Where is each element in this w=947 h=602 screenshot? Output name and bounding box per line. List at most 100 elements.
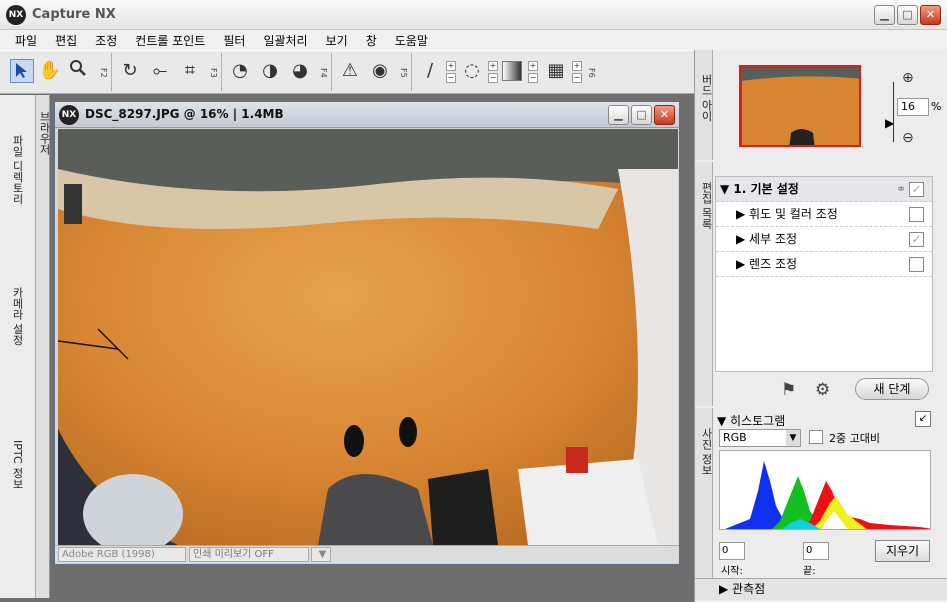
tab-iptc-info[interactable]: IPTC 정보: [9, 440, 25, 489]
menu-bar: 파일 편집 조정 컨트롤 포인트 필터 일괄처리 보기 창 도움말: [0, 30, 947, 50]
hand-tool-icon[interactable]: ✋: [38, 59, 62, 83]
document-status-bar: Adobe RGB (1998) 인쇄 미리보기 OFF ▼: [55, 545, 679, 563]
toolbar-group-retouch: ⚠ ◉ F5: [334, 53, 412, 91]
toolbar-group-selection: / + − ◌ + − + − ▦ + − F6: [414, 53, 600, 91]
menu-file[interactable]: 파일: [6, 30, 46, 50]
lightness-color-checkbox[interactable]: [909, 207, 924, 222]
watch-points-header[interactable]: ▶ 관측점: [695, 578, 947, 600]
histogram-eyedropper-icon[interactable]: ↙: [915, 411, 931, 427]
menu-window[interactable]: 창: [357, 30, 386, 50]
expand-triangle-icon[interactable]: ▶: [736, 232, 749, 246]
edit-item-detail[interactable]: ▶ 세부 조정 ✓: [716, 227, 932, 252]
document-window: NX DSC_8297.JPG @ 16% | 1.4MB ▁ □ ✕ Adob…: [54, 101, 680, 565]
zoom-unit: %: [931, 100, 942, 113]
f6-key-label: F6: [587, 68, 596, 78]
fill-minus-icon[interactable]: −: [572, 73, 582, 83]
color-space-label: Adobe RGB (1998): [58, 547, 186, 562]
menu-filter[interactable]: 필터: [214, 30, 254, 50]
zoom-in-icon[interactable]: ⊕: [902, 70, 914, 86]
red-eye-tool-icon[interactable]: ◉: [368, 59, 392, 83]
white-control-point-icon[interactable]: ◕: [288, 59, 312, 83]
histogram-header[interactable]: ▼ 히스토그램: [717, 412, 785, 429]
gradient-plus-icon[interactable]: +: [528, 61, 538, 71]
tab-file-directory[interactable]: 파일 디렉토리: [9, 135, 25, 205]
fisheye-photo[interactable]: [58, 129, 678, 545]
maximize-button[interactable]: □: [897, 5, 918, 25]
menu-edit[interactable]: 편집: [46, 30, 86, 50]
collapse-triangle-icon[interactable]: ▼: [717, 414, 730, 428]
birds-eye-thumbnail[interactable]: [739, 65, 861, 147]
link-icon: ⚭: [895, 182, 906, 196]
left-panel-tabs: 파일 디렉토리 카메라 설정 IPTC 정보: [0, 95, 36, 598]
fill-tool-icon[interactable]: ▦: [544, 59, 568, 83]
lasso-minus-icon[interactable]: −: [488, 73, 498, 83]
menu-adjust[interactable]: 조정: [86, 30, 126, 50]
f2-key-label: F2: [99, 68, 108, 78]
edit-step-basic[interactable]: ▼ 1. 기본 설정 ⚭ ✓: [716, 177, 932, 202]
black-control-point-icon[interactable]: ◔: [228, 59, 252, 83]
expand-triangle-icon[interactable]: ▶: [719, 582, 732, 596]
flag-icon[interactable]: ⚑: [781, 380, 796, 400]
detail-checkbox[interactable]: ✓: [909, 232, 924, 247]
fill-plus-icon[interactable]: +: [572, 61, 582, 71]
double-threshold-checkbox[interactable]: [809, 430, 823, 444]
clear-button[interactable]: 지우기: [875, 540, 930, 562]
brush-plus-icon[interactable]: +: [446, 61, 456, 71]
chevron-down-icon[interactable]: ▼: [786, 430, 800, 446]
channel-value: RGB: [723, 431, 747, 444]
expand-triangle-icon[interactable]: ▶: [736, 207, 749, 221]
menu-view[interactable]: 보기: [317, 30, 357, 50]
edit-list-panel: ▼ 1. 기본 설정 ⚭ ✓ ▶ 휘도 및 컬러 조정 ▶ 세부 조정 ✓ ▶ …: [715, 176, 933, 372]
gradient-tool-icon[interactable]: [502, 61, 522, 81]
edit-list-strip: 편집 목록: [695, 162, 713, 406]
collapse-triangle-icon[interactable]: ▼: [720, 182, 733, 196]
gradient-minus-icon[interactable]: −: [528, 73, 538, 83]
menu-control-point[interactable]: 컨트롤 포인트: [126, 30, 214, 50]
new-step-button[interactable]: 새 단계: [855, 378, 929, 400]
edit-step-title: 1. 기본 설정: [733, 182, 799, 196]
edit-item-label: 세부 조정: [749, 232, 798, 246]
basic-checkbox[interactable]: ✓: [909, 182, 924, 197]
neutral-control-point-icon[interactable]: ◑: [258, 59, 282, 83]
direct-select-tool-icon[interactable]: [10, 59, 34, 83]
minimize-button[interactable]: ▁: [874, 5, 895, 25]
histogram-chart[interactable]: [719, 450, 931, 530]
crop-tool-icon[interactable]: ⌗: [178, 59, 202, 83]
menu-help[interactable]: 도움말: [386, 30, 437, 50]
color-control-point-icon[interactable]: ⚠: [338, 59, 362, 83]
edit-item-lightness-color[interactable]: ▶ 휘도 및 컬러 조정: [716, 202, 932, 227]
navigator-strip: 버드 아이: [695, 50, 713, 160]
print-preview-label[interactable]: 인쇄 미리보기 OFF: [189, 547, 309, 562]
channel-select[interactable]: RGB ▼: [719, 429, 801, 447]
tab-photo-info[interactable]: 사진 정보: [698, 428, 714, 476]
tab-edit-list[interactable]: 편집 목록: [698, 182, 714, 230]
edit-item-lens[interactable]: ▶ 렌즈 조정: [716, 252, 932, 277]
lasso-tool-icon[interactable]: ◌: [460, 59, 484, 83]
gear-icon[interactable]: ⚙: [815, 380, 830, 400]
tab-browser[interactable]: 브라우저: [36, 111, 52, 155]
brush-minus-icon[interactable]: −: [446, 73, 456, 83]
zoom-input[interactable]: 16: [897, 98, 929, 116]
toolbar-group-select: ✋ F2: [6, 53, 112, 91]
print-preview-dropdown-icon[interactable]: ▼: [311, 547, 331, 562]
brush-tool-icon[interactable]: /: [418, 59, 442, 83]
lasso-plus-icon[interactable]: +: [488, 61, 498, 71]
doc-maximize-button[interactable]: □: [631, 105, 652, 125]
tab-camera-settings[interactable]: 카메라 설정: [9, 287, 25, 346]
doc-minimize-button[interactable]: ▁: [608, 105, 629, 125]
straighten-tool-icon[interactable]: ⟜: [148, 59, 172, 83]
zoom-out-icon[interactable]: ⊖: [902, 130, 914, 146]
document-logo: NX: [59, 105, 79, 125]
end-input[interactable]: 0: [803, 542, 829, 560]
start-input[interactable]: 0: [719, 542, 745, 560]
rotate-tool-icon[interactable]: ↻: [118, 59, 142, 83]
zoom-slider-track[interactable]: [893, 82, 894, 142]
expand-triangle-icon[interactable]: ▶: [736, 257, 749, 271]
doc-close-button[interactable]: ✕: [654, 105, 675, 125]
right-panel: 버드 아이 ⊕ 16 % ▶ ⊖ 편집 목록 ▼ 1. 기본 설정 ⚭ ✓ ▶ …: [694, 50, 947, 602]
zoom-tool-icon[interactable]: [66, 59, 90, 83]
tab-birds-eye[interactable]: 버드 아이: [698, 74, 714, 122]
lens-checkbox[interactable]: [909, 257, 924, 272]
menu-batch[interactable]: 일괄처리: [254, 30, 316, 50]
close-button[interactable]: ✕: [920, 5, 941, 25]
